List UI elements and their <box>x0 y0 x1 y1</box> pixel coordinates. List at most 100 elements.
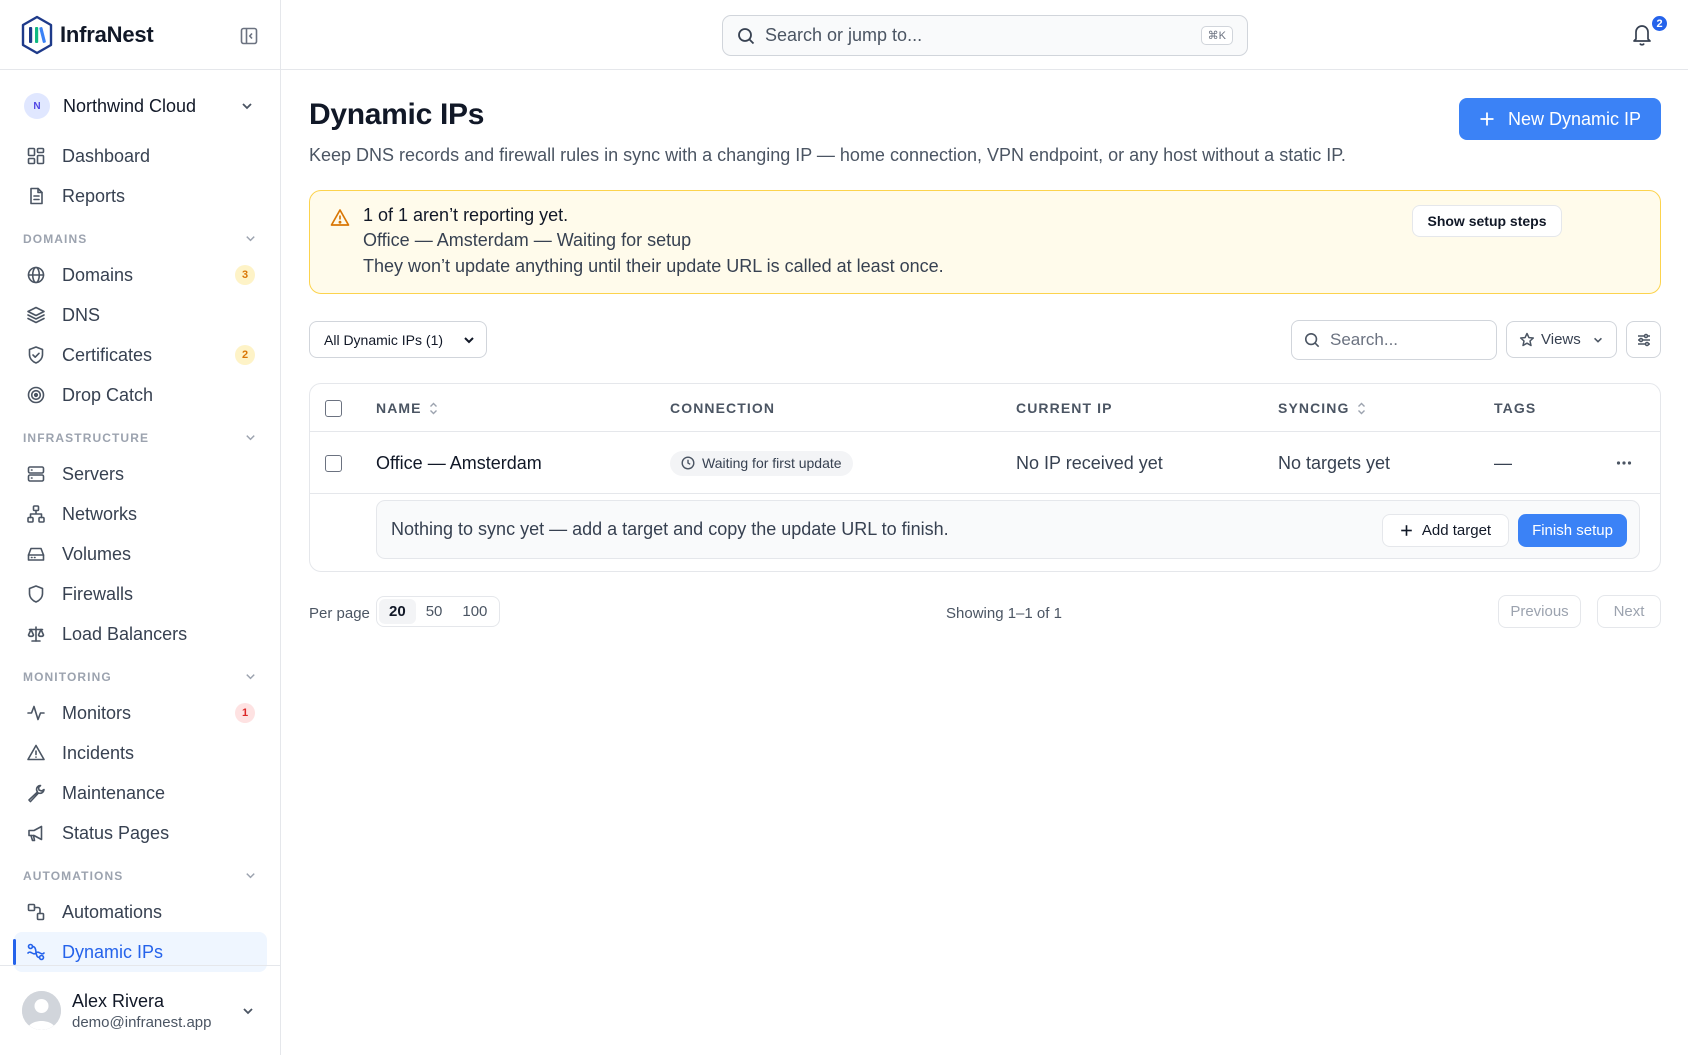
row-syncing: No targets yet <box>1278 452 1391 473</box>
table-header: NAME CONNECTION CURRENT IP SYNCING TAGS <box>310 384 1660 432</box>
filter-select[interactable]: All Dynamic IPs (1) <box>309 321 487 358</box>
sidebar-item-automations[interactable]: Automations <box>14 892 267 932</box>
alert-triangle-icon <box>330 208 350 227</box>
per-page-option[interactable]: 20 <box>379 599 416 624</box>
sidebar-item-maintenance[interactable]: Maintenance <box>14 773 267 813</box>
count-badge: 3 <box>235 265 255 285</box>
sidebar-item-incidents[interactable]: Incidents <box>14 733 267 773</box>
notification-badge: 2 <box>1650 14 1669 33</box>
count-badge: 1 <box>235 703 255 723</box>
table-row[interactable]: Office — Amsterdam Waiting for first upd… <box>310 432 1660 494</box>
sidebar-item-label: DNS <box>62 304 101 325</box>
table-search-placeholder: Search... <box>1330 330 1399 349</box>
row-current-ip: No IP received yet <box>1016 452 1163 473</box>
chevron-down-icon <box>244 670 257 683</box>
add-target-button[interactable]: Add target <box>1382 514 1509 547</box>
row-connection-cell: Waiting for first update <box>670 432 853 494</box>
views-dropdown[interactable]: Views <box>1506 321 1617 358</box>
per-page-option[interactable]: 100 <box>452 599 497 624</box>
sliders-icon <box>1636 332 1652 348</box>
global-search-input[interactable]: Search or jump to... ⌘K <box>722 15 1248 56</box>
activity-icon <box>26 703 46 723</box>
megaphone-icon <box>26 823 46 843</box>
sidebar-item-label: Networks <box>62 503 138 524</box>
column-header-name[interactable]: NAME <box>376 384 438 432</box>
sidebar-item-dns[interactable]: DNS <box>14 295 267 335</box>
sidebar-item-firewalls[interactable]: Firewalls <box>14 574 267 614</box>
sidebar-item-load-balancers[interactable]: Load Balancers <box>14 614 267 654</box>
row-name[interactable]: Office — Amsterdam <box>376 432 542 494</box>
sidebar-section-monitoring[interactable]: MONITORING <box>14 654 267 693</box>
alert-detail: Office — Amsterdam — Waiting for setup <box>363 230 692 250</box>
sidebar-item-reports[interactable]: Reports <box>14 176 267 216</box>
sidebar-item-dashboard[interactable]: Dashboard <box>14 136 267 176</box>
server-icon <box>26 464 46 484</box>
sidebar-item-label: Monitors <box>62 702 132 723</box>
scale-icon <box>26 624 46 644</box>
sidebar-section-automations[interactable]: AUTOMATIONS <box>14 853 267 892</box>
row-checkbox[interactable] <box>325 454 342 472</box>
count-badge: 2 <box>235 345 255 365</box>
sidebar-item-monitors[interactable]: Monitors 1 <box>14 693 267 733</box>
app-name: InfraNest <box>60 21 154 47</box>
more-actions-icon[interactable] <box>1615 454 1633 472</box>
network-icon <box>26 504 46 524</box>
dashboard-icon <box>26 146 46 166</box>
row-setup-hint: Nothing to sync yet — add a target and c… <box>376 500 1640 559</box>
select-all-checkbox[interactable] <box>325 399 342 417</box>
sidebar-section-domains[interactable]: DOMAINS <box>14 216 267 255</box>
show-setup-steps-button[interactable]: Show setup steps <box>1412 205 1562 237</box>
collapse-sidebar-icon[interactable] <box>236 23 262 49</box>
plus-icon <box>1400 524 1413 537</box>
section-label: INFRASTRUCTURE <box>23 430 150 445</box>
sidebar-item-certificates[interactable]: Certificates 2 <box>14 335 267 375</box>
sidebar-nav: Dashboard Reports DOMAINS Domains 3 DNS Certif… <box>0 136 281 972</box>
workflow-icon <box>26 902 46 922</box>
sidebar-item-servers[interactable]: Servers <box>14 454 267 494</box>
user-name: Alex Rivera <box>72 990 165 1011</box>
column-header-syncing[interactable]: SYNCING <box>1278 384 1366 432</box>
column-settings-button[interactable] <box>1626 321 1661 358</box>
page-title: Dynamic IPs <box>309 98 485 131</box>
chevron-down-icon <box>241 1004 255 1018</box>
status-label: Waiting for first update <box>702 455 842 471</box>
status-badge: Waiting for first update <box>670 450 853 476</box>
shield-icon <box>26 584 46 604</box>
sidebar: InfraNest N Northwind Cloud Dashboard Rep… <box>0 0 281 1055</box>
alert-description: They won’t update anything until their u… <box>363 256 944 276</box>
new-dynamic-ip-button[interactable]: New Dynamic IP <box>1459 98 1661 140</box>
next-page-button[interactable]: Next <box>1597 595 1661 628</box>
infranest-logo-icon <box>20 15 54 55</box>
sidebar-item-volumes[interactable]: Volumes <box>14 534 267 574</box>
sidebar-item-label: Load Balancers <box>62 623 188 644</box>
previous-page-button[interactable]: Previous <box>1498 595 1581 628</box>
finish-setup-button[interactable]: Finish setup <box>1518 514 1627 547</box>
reports-icon <box>26 186 46 206</box>
sidebar-item-status-pages[interactable]: Status Pages <box>14 813 267 853</box>
sidebar-section-infrastructure[interactable]: INFRASTRUCTURE <box>14 415 267 454</box>
sidebar-item-label: Dashboard <box>62 145 151 166</box>
column-name-label: NAME <box>376 400 422 416</box>
org-switcher[interactable]: N Northwind Cloud <box>24 88 260 124</box>
sidebar-item-networks[interactable]: Networks <box>14 494 267 534</box>
sidebar-item-domains[interactable]: Domains 3 <box>14 255 267 295</box>
clock-icon <box>681 456 695 470</box>
wrench-icon <box>26 783 46 803</box>
chevron-down-icon <box>1592 334 1604 346</box>
add-target-label: Add target <box>1421 522 1492 539</box>
table-search-input[interactable]: Search... <box>1291 320 1497 360</box>
user-menu[interactable]: Alex Rivera demo@infranest.app <box>0 965 281 1055</box>
sidebar-item-label: Maintenance <box>62 782 166 803</box>
target-icon <box>26 385 46 405</box>
sidebar-item-drop-catch[interactable]: Drop Catch <box>14 375 267 415</box>
chevron-down-icon <box>240 99 254 113</box>
new-dynamic-ip-label: New Dynamic IP <box>1507 108 1642 129</box>
sidebar-item-label: Reports <box>62 185 126 206</box>
pagination-summary: Showing 1–1 of 1 <box>946 605 1062 622</box>
sidebar-item-label: Servers <box>62 463 125 484</box>
org-name: Northwind Cloud <box>63 95 197 116</box>
column-syncing-label: SYNCING <box>1278 400 1350 416</box>
per-page-option[interactable]: 50 <box>416 599 453 624</box>
avatar <box>22 991 61 1030</box>
select-all-cell <box>325 384 342 432</box>
